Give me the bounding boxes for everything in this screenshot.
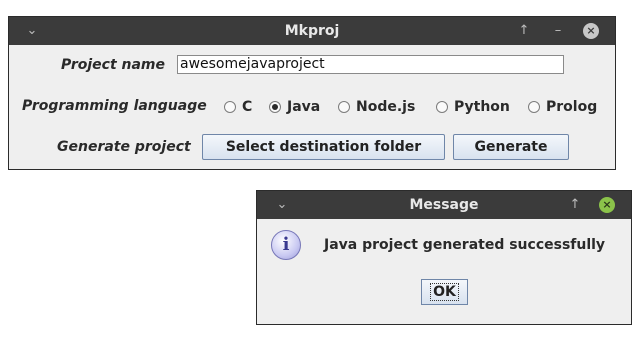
generate-project-label: Generate project — [57, 139, 191, 155]
radio-nodejs-indicator[interactable] — [338, 101, 350, 113]
ok-button[interactable]: OK — [421, 279, 468, 305]
generate-button[interactable]: Generate — [453, 134, 569, 160]
radio-java[interactable]: Java — [269, 97, 320, 117]
message-dialog: ⌄ Message ↑ × i Java project generated s… — [256, 190, 632, 325]
close-icon[interactable]: × — [599, 197, 615, 213]
close-icon[interactable]: × — [583, 23, 599, 39]
radio-c[interactable]: C — [224, 97, 252, 117]
project-name-label: Project name — [61, 57, 166, 73]
main-titlebar[interactable]: ⌄ Mkproj ↑ – × — [9, 17, 615, 45]
radio-python[interactable]: Python — [436, 97, 510, 117]
mkproj-window: ⌄ Mkproj ↑ – × Project name awesomejavap… — [8, 16, 616, 170]
radio-c-indicator[interactable] — [224, 101, 236, 113]
ok-button-label: OK — [430, 283, 459, 301]
maximize-icon[interactable]: ↑ — [566, 191, 584, 219]
message-titlebar[interactable]: ⌄ Message ↑ × — [257, 191, 631, 219]
minimize-icon[interactable]: – — [549, 17, 567, 45]
programming-language-label: Programming language — [22, 98, 207, 114]
maximize-icon[interactable]: ↑ — [515, 17, 533, 45]
radio-java-indicator[interactable] — [269, 101, 281, 113]
radio-c-label: C — [242, 99, 253, 115]
info-icon: i — [271, 230, 301, 260]
select-destination-folder-button[interactable]: Select destination folder — [202, 134, 445, 160]
radio-python-indicator[interactable] — [436, 101, 448, 113]
radio-prolog-indicator[interactable] — [528, 101, 540, 113]
radio-java-label: Java — [287, 99, 321, 115]
radio-prolog-label: Prolog — [546, 99, 598, 115]
radio-python-label: Python — [454, 99, 510, 115]
radio-nodejs[interactable]: Node.js — [338, 97, 415, 117]
radio-prolog[interactable]: Prolog — [528, 97, 597, 117]
radio-nodejs-label: Node.js — [356, 99, 416, 115]
message-text: Java project generated successfully — [324, 237, 606, 253]
project-name-input[interactable]: awesomejavaproject — [177, 55, 564, 74]
